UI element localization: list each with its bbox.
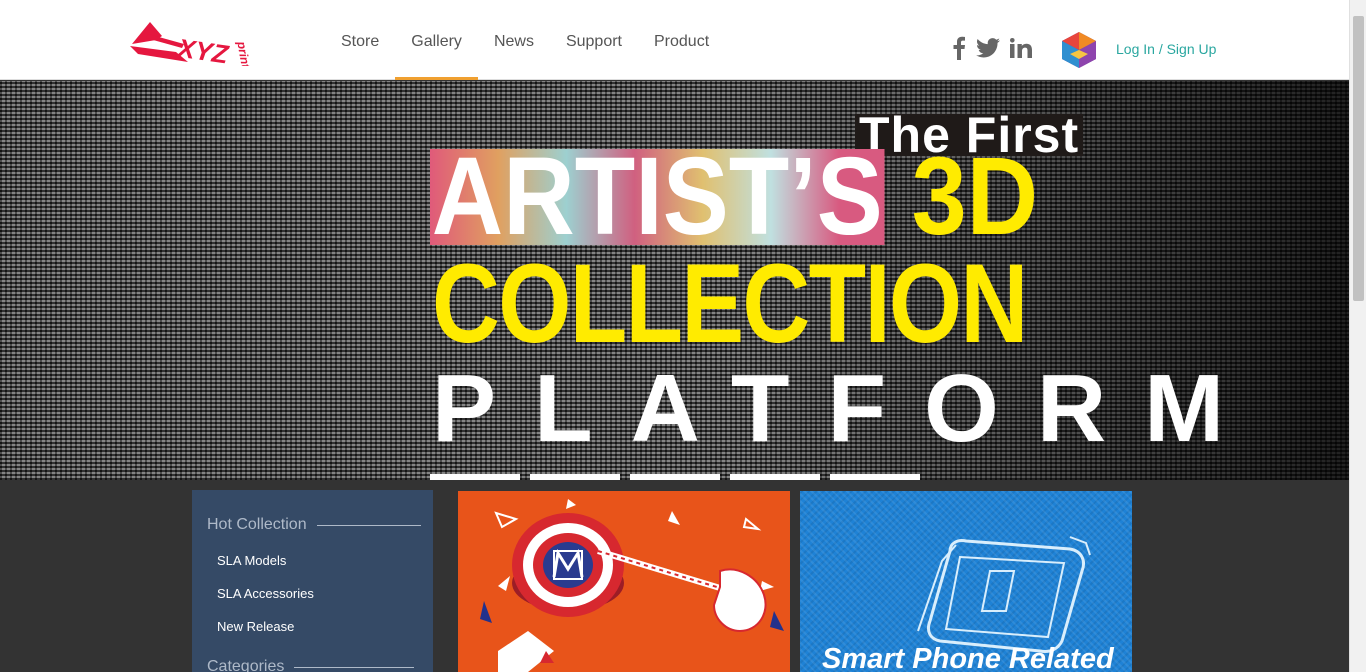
shield-illustration — [480, 499, 784, 672]
carousel-indicators — [430, 474, 920, 480]
nav-support[interactable]: Support — [550, 0, 638, 80]
user-avatar-icon[interactable] — [1060, 32, 1098, 73]
site-header: XYZ print Store Gallery News Support Pro… — [0, 0, 1349, 80]
scrollbar-thumb[interactable] — [1353, 16, 1364, 301]
divider — [316, 524, 421, 526]
carousel-dot[interactable] — [730, 474, 820, 480]
sidebar-heading-label: Hot Collection — [207, 516, 307, 533]
sidebar-heading-label: Categories — [207, 658, 285, 672]
facebook-icon[interactable] — [952, 36, 966, 60]
svg-text:print: print — [234, 40, 253, 66]
sidebar-heading-categories: Categories — [207, 658, 415, 672]
hero-line-artists-3d: ARTIST’S 3D — [430, 135, 1039, 258]
tile-caption: Smart Phone Related — [822, 643, 1114, 672]
sidebar-item-new-release[interactable]: New Release — [217, 619, 294, 634]
carousel-dot[interactable] — [430, 474, 520, 480]
linkedin-icon[interactable] — [1010, 38, 1032, 58]
hero-line-platform: PLATFORM — [432, 355, 1263, 462]
nav-news[interactable]: News — [478, 0, 550, 80]
twitter-icon[interactable] — [976, 38, 1000, 58]
main-nav: Store Gallery News Support Product — [325, 0, 725, 80]
nav-gallery[interactable]: Gallery — [395, 0, 478, 80]
carousel-dot[interactable] — [630, 474, 720, 480]
page-scrollbar[interactable] — [1349, 0, 1366, 672]
social-links — [952, 36, 1032, 60]
svg-text:XYZ: XYZ — [174, 32, 231, 66]
hero-word-3d: 3D — [911, 135, 1039, 258]
sidebar-item-sla-models[interactable]: SLA Models — [217, 553, 286, 568]
sidebar-item-sla-accessories[interactable]: SLA Accessories — [217, 586, 314, 601]
xyzprinting-logo[interactable]: XYZ print — [128, 18, 270, 70]
sidebar-heading-hot-collection: Hot Collection — [207, 516, 421, 534]
nav-product[interactable]: Product — [638, 0, 725, 80]
divider — [294, 666, 415, 668]
collection-sidebar: Hot Collection SLA Models SLA Accessorie… — [192, 490, 433, 672]
carousel-dot[interactable] — [530, 474, 620, 480]
hero-line-collection: COLLECTION — [432, 241, 1028, 366]
tile-captain-shield[interactable] — [458, 491, 790, 672]
hero-banner[interactable]: The First ARTIST’S 3D COLLECTION PLATFOR… — [0, 81, 1349, 480]
hero-word-artists: ARTIST’S — [430, 135, 885, 258]
nav-store[interactable]: Store — [325, 0, 395, 80]
carousel-dot[interactable] — [830, 474, 920, 480]
page: XYZ print Store Gallery News Support Pro… — [0, 0, 1366, 672]
login-signup-link[interactable]: Log In / Sign Up — [1116, 41, 1216, 57]
tile-smart-phone[interactable]: Smart Phone Related — [800, 491, 1132, 672]
